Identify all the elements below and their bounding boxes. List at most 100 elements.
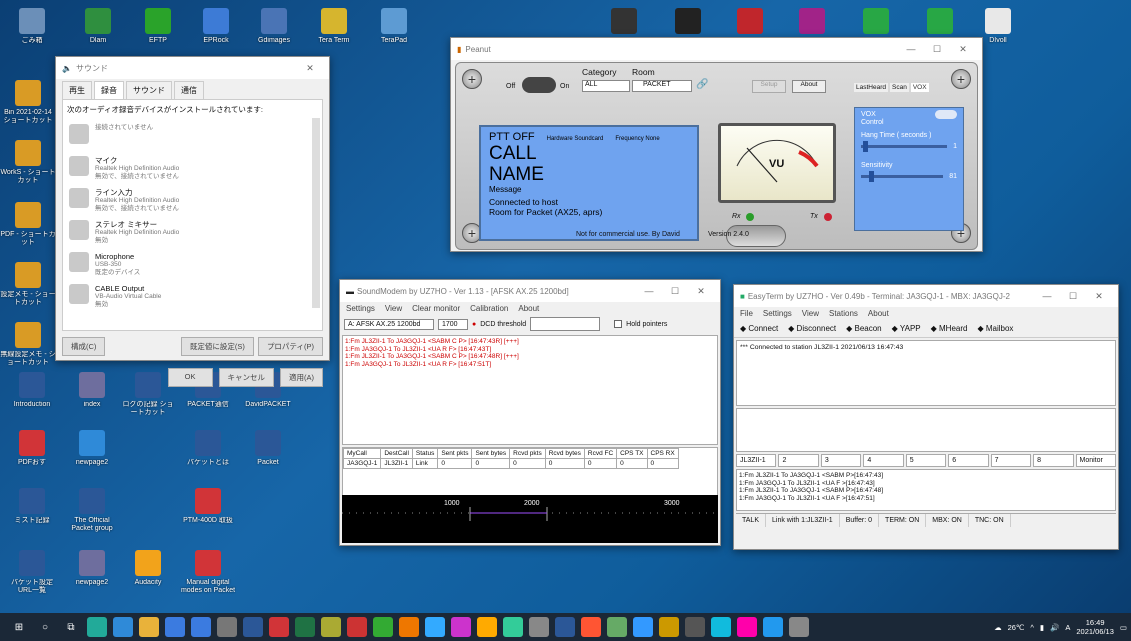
column-header[interactable]: CPS RX: [646, 448, 679, 459]
desktop-icon[interactable]: newpage2: [64, 430, 120, 467]
menu-item[interactable]: About: [868, 309, 889, 318]
peanut-title-bar[interactable]: ▮ Peanut — ☐ ✕: [451, 38, 982, 60]
minimize-icon[interactable]: —: [1034, 291, 1060, 301]
sound-title-bar[interactable]: 🔈 サウンド ✕: [56, 57, 329, 79]
toolbar-button[interactable]: ◆ Beacon: [846, 324, 882, 333]
dcd-slider[interactable]: [530, 317, 601, 331]
soundmodem-title-bar[interactable]: ▬ SoundModem by UZ7HO - Ver 1.13 - [AFSK…: [340, 280, 720, 302]
app-icon[interactable]: [347, 617, 367, 637]
device-scrollbar[interactable]: [312, 118, 320, 308]
desktop-icon[interactable]: newpage2: [64, 550, 120, 587]
app-icon[interactable]: [789, 617, 809, 637]
desktop-icon[interactable]: EFTP: [130, 8, 186, 45]
modem-select[interactable]: A: AFSK AX.25 1200bd: [344, 318, 434, 330]
network-icon[interactable]: ▮: [1040, 623, 1044, 632]
power-toggle[interactable]: [522, 77, 556, 93]
menu-item[interactable]: Clear monitor: [412, 304, 460, 313]
app-icon[interactable]: [529, 617, 549, 637]
channel-tab[interactable]: 5: [905, 454, 947, 467]
menu-item[interactable]: View: [385, 304, 402, 313]
room-select[interactable]: PACKET: [632, 80, 692, 92]
desktop-icon[interactable]: Tera Term: [306, 8, 362, 45]
notification-icon[interactable]: ▭: [1120, 623, 1127, 632]
edge-icon[interactable]: [113, 617, 133, 637]
app-icon[interactable]: [711, 617, 731, 637]
table-row[interactable]: JA3GQJ-1 JL3ZII-1 Link 0 0 0 0 0 0 0: [342, 458, 679, 469]
apply-button[interactable]: 適用(A): [280, 368, 323, 387]
volume-icon[interactable]: 🔊: [1050, 623, 1059, 632]
menu-item[interactable]: Settings: [346, 304, 375, 313]
ok-button[interactable]: OK: [167, 368, 213, 387]
app-icon[interactable]: [217, 617, 237, 637]
menu-item[interactable]: View: [802, 309, 819, 318]
channel-tab[interactable]: 2: [778, 454, 819, 467]
menu-item[interactable]: About: [518, 304, 539, 313]
tab-lastheard[interactable]: LastHeard: [854, 83, 888, 92]
app-icon[interactable]: [633, 617, 653, 637]
app-icon[interactable]: [555, 617, 575, 637]
waterfall-display[interactable]: 1000 2000 3000: [342, 495, 718, 543]
properties-button[interactable]: プロパティ(P): [257, 337, 323, 356]
menu-item[interactable]: Calibration: [470, 304, 508, 313]
excel-icon[interactable]: [295, 617, 315, 637]
clock[interactable]: 16:49 2021/06/13: [1076, 618, 1114, 636]
desktop-icon[interactable]: PTM-400D 取扱: [180, 488, 236, 525]
desktop-icon[interactable]: TeraPad: [366, 8, 422, 45]
desktop-icon[interactable]: Audacity: [120, 550, 176, 587]
desktop-icon[interactable]: PDFおす: [4, 430, 60, 467]
desktop-icon[interactable]: Introduction: [4, 372, 60, 409]
column-header[interactable]: CPS TX: [616, 448, 648, 459]
channel-tab[interactable]: 6: [948, 454, 989, 467]
app-icon[interactable]: [685, 617, 705, 637]
tab-sounds[interactable]: サウンド: [126, 81, 172, 99]
app-icon[interactable]: [451, 617, 471, 637]
desktop-icon[interactable]: 設定メモ - ショートカット: [0, 262, 56, 307]
weather-text[interactable]: 26℃: [1008, 623, 1025, 632]
app-icon[interactable]: [737, 617, 757, 637]
desktop-icon[interactable]: ごみ箱: [4, 8, 60, 45]
setup-button[interactable]: Setup: [752, 80, 786, 93]
desktop-icon[interactable]: Packet: [240, 430, 296, 467]
cancel-button[interactable]: キャンセル: [218, 368, 274, 387]
desktop-icon[interactable]: [912, 8, 968, 37]
app-icon[interactable]: [321, 617, 341, 637]
menu-item[interactable]: File: [740, 309, 753, 318]
start-icon[interactable]: ⊞: [9, 617, 29, 637]
close-icon[interactable]: ✕: [950, 44, 976, 55]
desktop-icon[interactable]: [784, 8, 840, 37]
desktop-icon[interactable]: パケット設定 URL一覧: [4, 550, 60, 595]
device-item[interactable]: Microphone USB-350 既定のデバイス: [67, 249, 318, 281]
device-item[interactable]: 接続されていません: [67, 121, 318, 153]
set-default-button[interactable]: 既定値に設定(S): [180, 337, 254, 356]
app-icon[interactable]: [503, 617, 523, 637]
channel-tab[interactable]: 4: [863, 454, 904, 467]
desktop-icon[interactable]: [722, 8, 778, 37]
menu-item[interactable]: Settings: [763, 309, 792, 318]
weather-icon[interactable]: ☁: [994, 623, 1002, 632]
app-icon[interactable]: [373, 617, 393, 637]
desktop-icon[interactable]: Dlam: [70, 8, 126, 45]
desktop-icon[interactable]: Bin 2021-02-14 ショートカット: [0, 80, 56, 125]
maximize-icon[interactable]: ☐: [1060, 291, 1086, 302]
column-header[interactable]: Sent pkts: [437, 448, 473, 459]
ime-indicator[interactable]: A: [1065, 623, 1070, 632]
vox-toggle[interactable]: [935, 110, 957, 119]
device-item[interactable]: マイク Realtek High Definition Audio 無効で、接続され…: [67, 153, 318, 185]
column-header[interactable]: Sent bytes: [471, 448, 511, 459]
channel-tab[interactable]: Monitor: [1075, 454, 1116, 467]
desktop-icon[interactable]: The Official Packet group: [64, 488, 120, 533]
menu-item[interactable]: Stations: [829, 309, 858, 318]
column-header[interactable]: DestCall: [380, 448, 413, 459]
channel-tab[interactable]: 8: [1033, 454, 1074, 467]
close-icon[interactable]: ✕: [297, 63, 323, 74]
link-icon[interactable]: 🔗: [696, 79, 708, 90]
explorer-icon[interactable]: [139, 617, 159, 637]
tab-communications[interactable]: 通信: [174, 81, 204, 99]
app-icon[interactable]: [581, 617, 601, 637]
toolbar-button[interactable]: ◆ Mailbox: [977, 324, 1013, 333]
minimize-icon[interactable]: —: [636, 286, 662, 296]
terminal-output[interactable]: *** Connected to station JL3ZII-1 2021/0…: [736, 340, 1116, 406]
tab-vox[interactable]: VOX: [910, 83, 929, 92]
toolbar-button[interactable]: ◆ YAPP: [892, 324, 921, 333]
minimize-icon[interactable]: —: [898, 44, 924, 54]
